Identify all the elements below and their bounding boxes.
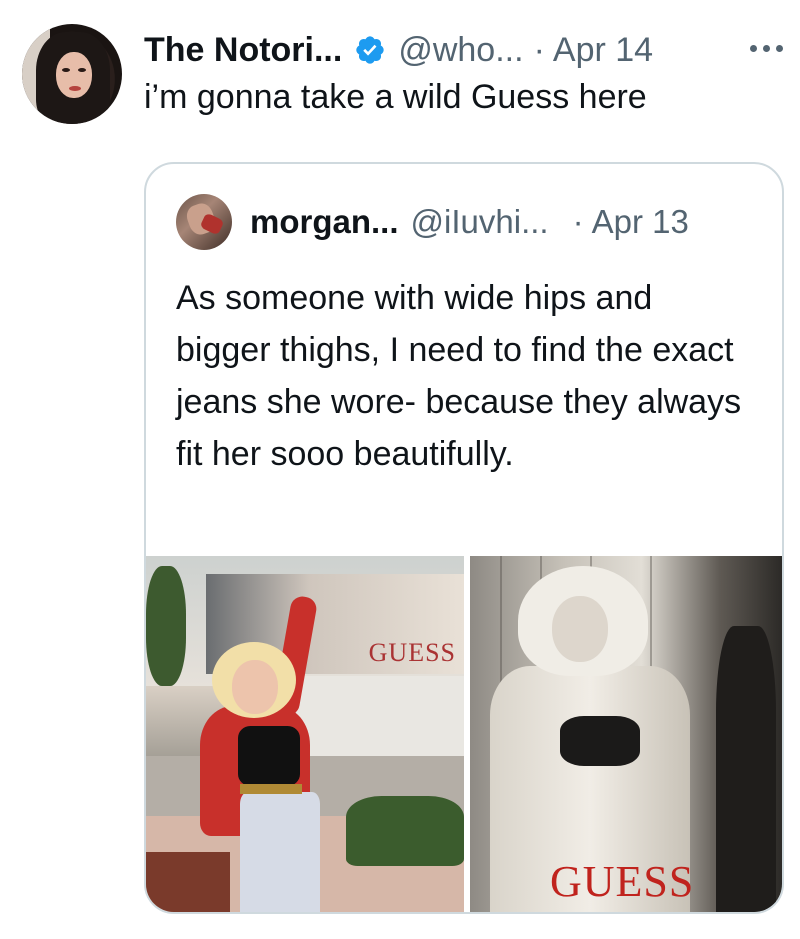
separator-dot: ·	[572, 203, 584, 240]
quoted-tweet-header: morgan... @iIuvhi... · Apr 13	[250, 200, 689, 244]
quoted-media-grid: GUESS GUESS	[146, 556, 782, 912]
tweet[interactable]: The Notori... @who... · Apr 14 i’m gonna…	[0, 0, 800, 939]
more-dots-icon[interactable]	[742, 34, 790, 62]
photo-logo-text: GUESS	[550, 857, 695, 906]
quoted-author-handle[interactable]: @iIuvhi...	[411, 203, 549, 241]
quoted-tweet-date[interactable]: Apr 13	[592, 203, 689, 241]
billboard-logo-text: GUESS	[368, 638, 456, 667]
tweet-text: i’m gonna take a wild Guess here	[144, 78, 647, 116]
verified-badge-icon[interactable]	[354, 34, 386, 66]
quoted-author-avatar[interactable]	[176, 194, 232, 250]
tweet-date[interactable]: Apr 14	[553, 31, 653, 70]
separator-dot: ·	[533, 30, 545, 69]
silhouette-figure	[716, 626, 776, 912]
photo-left[interactable]: GUESS	[146, 556, 464, 912]
photo-right[interactable]: GUESS	[470, 556, 782, 912]
quoted-tweet-text: As someone with wide hips and bigger thi…	[176, 279, 742, 473]
tweet-header: The Notori... @who... · Apr 14	[144, 26, 653, 74]
author-handle[interactable]: @who...	[398, 31, 523, 70]
quoted-tweet[interactable]: morgan... @iIuvhi... · Apr 13 As someone…	[144, 162, 784, 914]
quoted-author-display-name[interactable]: morgan...	[250, 203, 399, 241]
author-display-name[interactable]: The Notori...	[144, 31, 342, 70]
author-avatar[interactable]	[22, 24, 122, 124]
